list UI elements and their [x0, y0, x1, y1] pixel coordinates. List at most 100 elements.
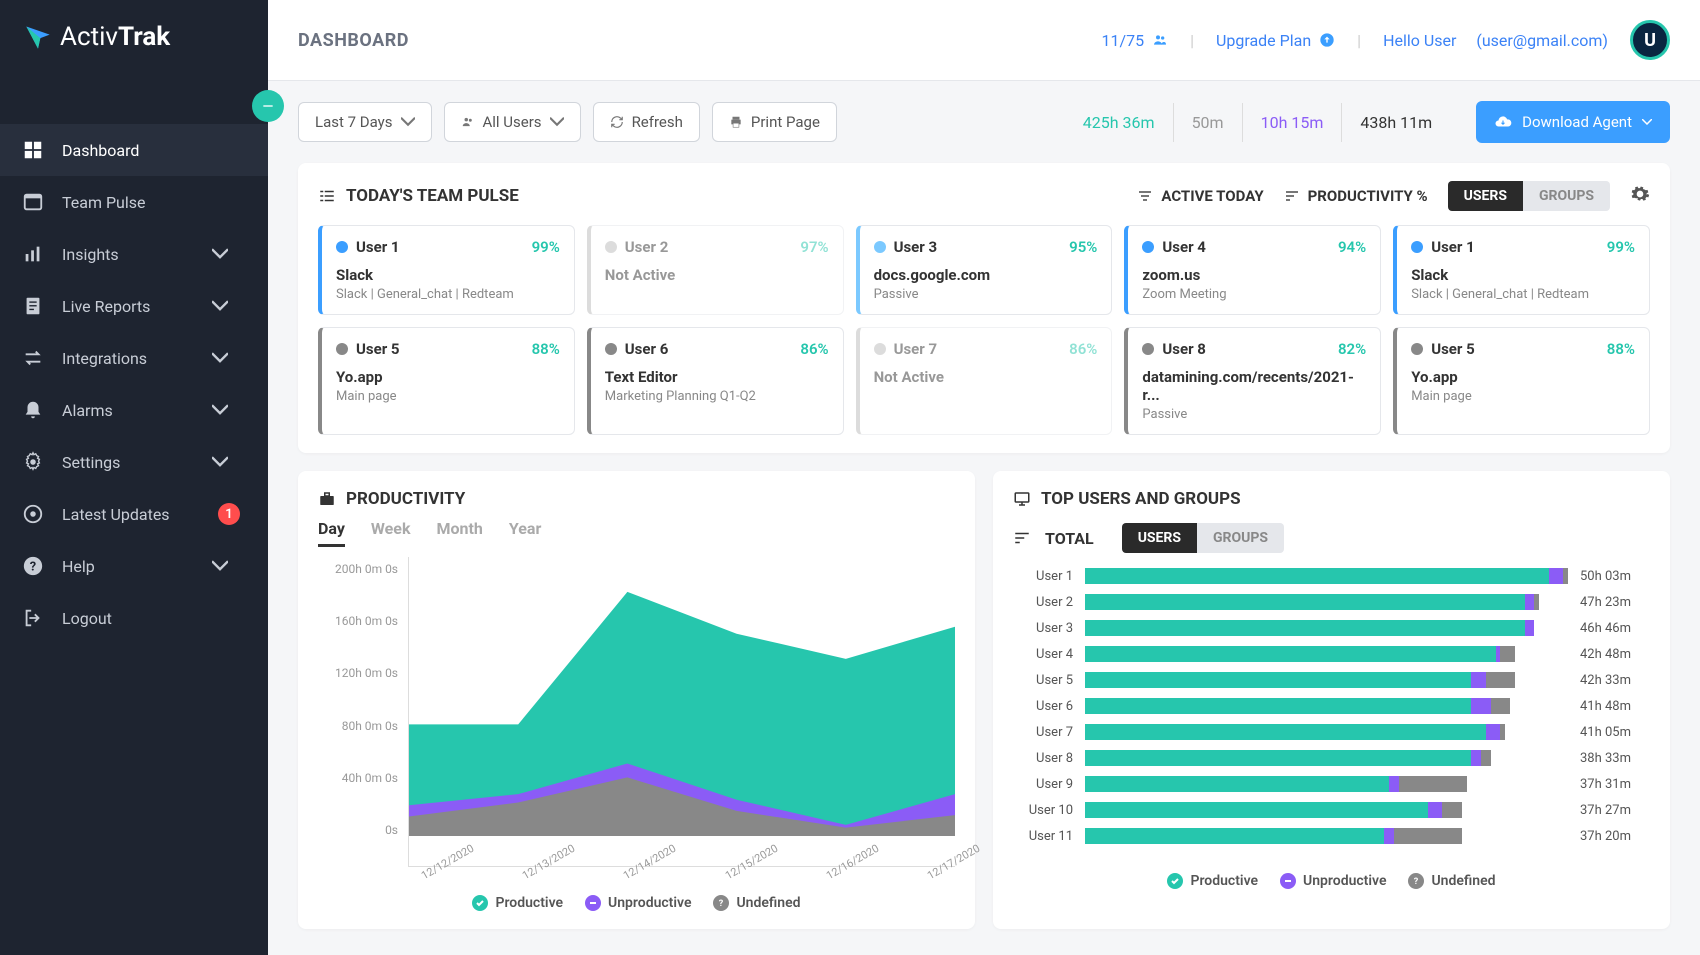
sidebar-item-logout[interactable]: Logout [0, 592, 268, 644]
bar-row: User 6 41h 48m [1013, 697, 1650, 715]
sidebar-item-live-reports[interactable]: Live Reports [0, 280, 268, 332]
tab-year[interactable]: Year [509, 519, 541, 547]
upgrade-icon [1319, 32, 1335, 48]
upgrade-plan-text: Upgrade Plan [1216, 31, 1311, 50]
legend-dot [1167, 873, 1183, 889]
sidebar-item-latest-updates[interactable]: Latest Updates1 [0, 488, 268, 540]
toggle-users[interactable]: USERS [1448, 181, 1523, 211]
pulse-icon [22, 191, 44, 213]
bar-track [1085, 594, 1568, 610]
pulse-sub: Marketing Planning Q1-Q2 [605, 389, 829, 404]
team-pulse-title: TODAY'S TEAM PULSE [346, 186, 519, 206]
bar-label: User 6 [1013, 699, 1073, 714]
bar-row: User 8 38h 33m [1013, 749, 1650, 767]
pulse-card[interactable]: User 5 88% Yo.app Main page [1393, 327, 1650, 435]
collapse-sidebar-button[interactable] [252, 90, 284, 122]
pulse-card[interactable]: User 4 94% zoom.us Zoom Meeting [1124, 225, 1381, 315]
bar-value: 42h 33m [1580, 673, 1650, 688]
status-dot [1142, 241, 1154, 253]
toggle-users[interactable]: USERS [1122, 523, 1197, 553]
integrations-icon [22, 347, 44, 369]
pulse-card[interactable]: User 1 99% Slack Slack | General_chat | … [318, 225, 575, 315]
toggle-groups[interactable]: GROUPS [1197, 523, 1284, 553]
top-users-panel: TOP USERS AND GROUPS TOTAL USERS GROUPS … [993, 471, 1670, 929]
chevron-down-icon [212, 298, 228, 314]
pulse-sub: Passive [874, 287, 1098, 302]
dashboard-icon [22, 139, 44, 161]
pulse-app: Yo.app [1411, 368, 1635, 386]
user-greeting[interactable]: Hello User (user@gmail.com) [1383, 31, 1608, 50]
svg-text:?: ? [1414, 877, 1419, 886]
pulse-card[interactable]: User 2 97% Not Active [587, 225, 844, 315]
sidebar-item-alarms[interactable]: Alarms [0, 384, 268, 436]
bar-value: 37h 31m [1580, 777, 1650, 792]
refresh-button[interactable]: Refresh [593, 102, 700, 142]
status-dot [1411, 241, 1423, 253]
sort-icon [1284, 188, 1300, 204]
upgrade-plan-link[interactable]: Upgrade Plan [1216, 31, 1335, 50]
bar-track [1085, 568, 1568, 584]
sidebar-item-dashboard[interactable]: Dashboard [0, 124, 268, 176]
bar-label: User 9 [1013, 777, 1073, 792]
pulse-card[interactable]: User 3 95% docs.google.com Passive [856, 225, 1113, 315]
sidebar-item-team-pulse[interactable]: Team Pulse [0, 176, 268, 228]
settings-icon-button[interactable] [1630, 184, 1650, 208]
bar-row: User 2 47h 23m [1013, 593, 1650, 611]
pulse-user-name: User 1 [356, 238, 400, 256]
user-count-link[interactable]: 11/75 [1102, 31, 1169, 50]
users-dropdown[interactable]: All Users [444, 102, 581, 142]
chevron-down-icon [401, 115, 415, 129]
svg-text:?: ? [719, 899, 724, 908]
page-title: DASHBOARD [298, 30, 409, 51]
pulse-pct: 99% [1607, 238, 1635, 256]
pulse-sub: Passive [1142, 407, 1366, 422]
sidebar-item-label: Live Reports [62, 297, 150, 316]
pulse-card[interactable]: User 7 86% Not Active [856, 327, 1113, 435]
productivity-area-chart: 200h 0m 0s160h 0m 0s120h 0m 0s80h 0m 0s4… [318, 557, 955, 867]
download-agent-button[interactable]: Download Agent [1476, 101, 1670, 143]
sidebar-item-settings[interactable]: Settings [0, 436, 268, 488]
productivity-pct-filter[interactable]: PRODUCTIVITY % [1284, 187, 1428, 205]
filter-icon [1137, 188, 1153, 204]
toggle-groups[interactable]: GROUPS [1523, 181, 1610, 211]
gear-icon [1630, 184, 1650, 204]
pulse-card[interactable]: User 1 99% Slack Slack | General_chat | … [1393, 225, 1650, 315]
legend-dot: ? [1408, 873, 1424, 889]
print-button[interactable]: Print Page [712, 102, 837, 142]
sort-icon [1013, 529, 1031, 547]
tab-week[interactable]: Week [371, 519, 411, 547]
bar-label: User 11 [1013, 829, 1073, 844]
chevron-down-icon [212, 454, 228, 470]
pulse-user-name: User 6 [625, 340, 669, 358]
pulse-app: zoom.us [1142, 266, 1366, 284]
active-today-filter[interactable]: ACTIVE TODAY [1137, 187, 1263, 205]
pulse-card[interactable]: User 6 86% Text Editor Marketing Plannin… [587, 327, 844, 435]
users-icon [1152, 32, 1168, 48]
pulse-app: Slack [336, 266, 560, 284]
bar-label: User 7 [1013, 725, 1073, 740]
bar-label: User 5 [1013, 673, 1073, 688]
bar-value: 46h 46m [1580, 621, 1650, 636]
bar-label: User 8 [1013, 751, 1073, 766]
total-label: TOTAL [1045, 529, 1094, 548]
date-range-dropdown[interactable]: Last 7 Days [298, 102, 432, 142]
bar-row: User 1 50h 03m [1013, 567, 1650, 585]
pulse-card[interactable]: User 8 82% datamining.com/recents/2021-r… [1124, 327, 1381, 435]
toolbar: Last 7 Days All Users Refresh Print Page… [268, 81, 1700, 153]
bar-label: User 2 [1013, 595, 1073, 610]
avatar[interactable]: U [1630, 20, 1670, 60]
sidebar-item-help[interactable]: ?Help [0, 540, 268, 592]
sidebar-item-label: Help [62, 557, 95, 576]
legend-item: Unproductive [585, 895, 691, 911]
pulse-pct: 86% [1069, 340, 1097, 358]
pulse-card[interactable]: User 5 88% Yo.app Main page [318, 327, 575, 435]
bar-row: User 3 46h 46m [1013, 619, 1650, 637]
sidebar-item-integrations[interactable]: Integrations [0, 332, 268, 384]
brand-name: ActivTrak [60, 22, 170, 52]
users-groups-toggle: USERS GROUPS [1448, 181, 1610, 211]
tab-day[interactable]: Day [318, 519, 345, 547]
pulse-user-name: User 5 [1431, 340, 1475, 358]
tab-month[interactable]: Month [437, 519, 483, 547]
briefcase-icon [318, 490, 336, 508]
sidebar-item-insights[interactable]: Insights [0, 228, 268, 280]
